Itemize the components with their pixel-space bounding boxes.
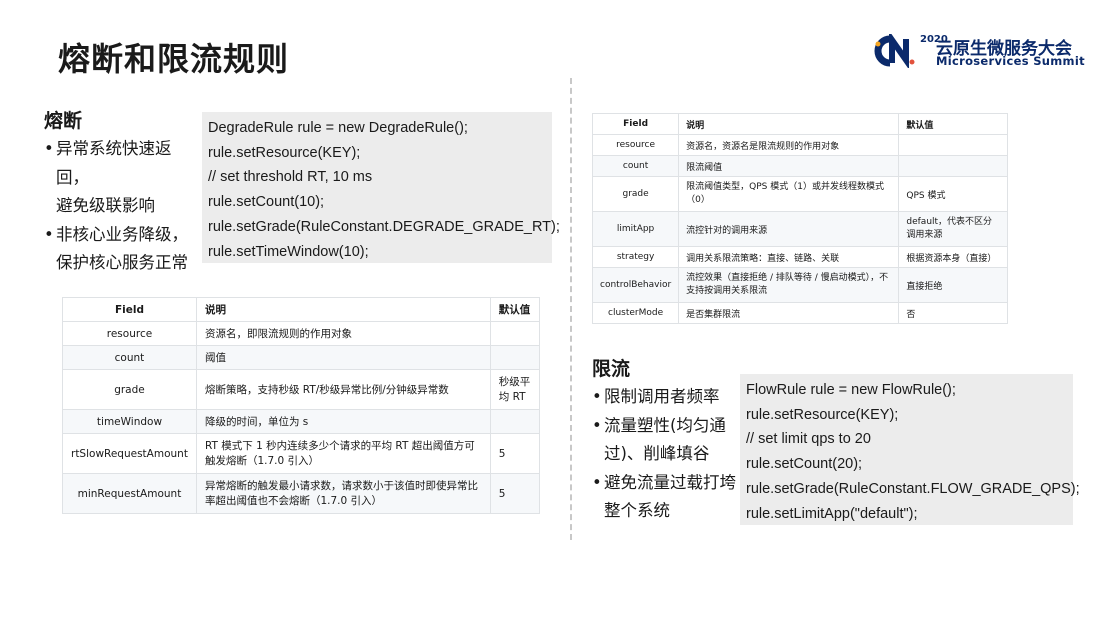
header-field: Field <box>62 297 197 322</box>
code-line: rule.setResource(KEY); <box>208 144 361 161</box>
table-row: clusterMode 是否集群限流 否 <box>591 302 1008 324</box>
summit-logo: 2020 云原生微服务大会 Microservices Summit <box>870 34 1085 70</box>
code-line: rule.setCount(20); <box>746 456 863 473</box>
table-header-row: Field 说明 默认值 <box>62 297 541 322</box>
cn-logo-icon <box>874 34 915 68</box>
code-line: rule.setCount(10); <box>208 194 325 211</box>
flow-code-block: FlowRule rule = new FlowRule(); rule.set… <box>740 374 1080 525</box>
table-row: grade 限流阈值类型，QPS 模式（1）或并发线程数模式（0） QPS 模式 <box>591 176 1008 212</box>
code-line: DegradeRule rule = new DegradeRule(); <box>208 120 468 136</box>
code-line: rule.setLimitApp("default"); <box>746 505 918 522</box>
code-line: rule.setGrade(RuleConstant.DEGRADE_GRADE… <box>208 218 560 235</box>
logo-year: 2020 <box>920 34 948 45</box>
table-header-row: Field 说明 默认值 <box>591 113 1008 135</box>
logo-english-title: Microservices Summit <box>936 54 1085 68</box>
table-row: grade 熔断策略，支持秒级 RT/秒级异常比例/分钟级异常数 秒级平均 RT <box>62 369 541 410</box>
code-line: rule.setTimeWindow(10); <box>208 243 369 260</box>
degrade-bullet-list: 异常系统快速返回， 避免级联影响 非核心业务降级， 保护核心服务正常 <box>44 135 204 278</box>
table-row: rtSlowRequestAmount RT 模式下 1 秒内连续多少个请求的平… <box>62 433 541 474</box>
table-row: resource 资源名，即限流规则的作用对象 <box>62 321 541 346</box>
table-row: limitApp 流控针对的调用来源 default，代表不区分调用来源 <box>591 211 1008 247</box>
slide-title: 熔断和限流规则 <box>58 40 290 78</box>
table-row: minRequestAmount 异常熔断的触发最小请求数，请求数小于该值时即使… <box>62 473 541 514</box>
column-divider <box>570 78 572 540</box>
flow-rule-table: Field 说明 默认值 resource 资源名，资源名是限流规则的作用对象 … <box>591 113 1008 324</box>
code-line: FlowRule rule = new FlowRule(); <box>746 382 956 398</box>
flow-bullet: 避免流量过载打垮 整个系统 <box>592 469 737 526</box>
flow-bullet: 限制调用者频率 <box>592 383 737 412</box>
header-default: 默认值 <box>898 113 1008 135</box>
table-row: timeWindow 降级的时间，单位为 s <box>62 409 541 434</box>
flow-bullet: 流量塑性(均匀通 过)、削峰填谷 <box>592 412 737 469</box>
table-row: strategy 调用关系限流策略：直接、链路、关联 根据资源本身（直接） <box>591 246 1008 268</box>
header-field: Field <box>591 113 680 135</box>
code-line: // set threshold RT, 10 ms <box>208 169 373 186</box>
flow-bullet-list: 限制调用者频率 流量塑性(均匀通 过)、削峰填谷 避免流量过载打垮 整个系统 <box>592 383 737 526</box>
flow-heading: 限流 <box>592 358 631 380</box>
code-line: rule.setGrade(RuleConstant.FLOW_GRADE_QP… <box>746 480 1080 497</box>
degrade-bullet: 异常系统快速返回， 避免级联影响 <box>44 135 204 221</box>
code-line: rule.setResource(KEY); <box>746 406 899 423</box>
degrade-heading: 熔断 <box>44 110 83 132</box>
table-row: count 限流阈值 <box>591 155 1008 177</box>
degrade-code-block: DegradeRule rule = new DegradeRule(); ru… <box>202 112 560 263</box>
degrade-rule-table: Field 说明 默认值 resource 资源名，即限流规则的作用对象 cou… <box>62 297 541 514</box>
code-line: // set limit qps to 20 <box>746 431 871 448</box>
table-row: count 阈值 <box>62 345 541 370</box>
header-description: 说明 <box>195 297 491 322</box>
header-description: 说明 <box>678 113 900 135</box>
table-row: controlBehavior 流控效果（直接拒绝 / 排队等待 / 慢启动模式… <box>591 267 1008 303</box>
degrade-bullet: 非核心业务降级， 保护核心服务正常 <box>44 221 204 278</box>
header-default: 默认值 <box>489 297 541 322</box>
table-row: resource 资源名，资源名是限流规则的作用对象 <box>591 134 1008 156</box>
